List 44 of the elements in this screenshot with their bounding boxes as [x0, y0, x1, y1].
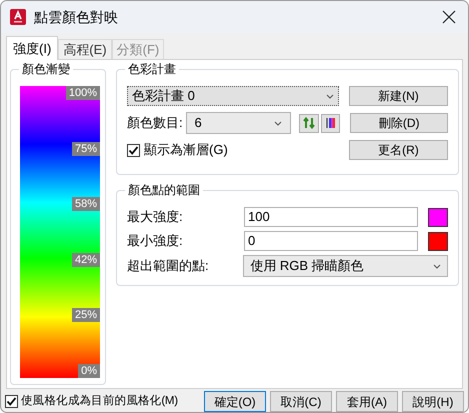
input-field[interactable]: 100: [244, 207, 418, 227]
tab[interactable]: 強度(I): [6, 36, 58, 60]
color-swatch[interactable]: [428, 232, 448, 250]
dropdown-value: 色彩計畫 0: [132, 87, 195, 106]
gradient-tick-label: 42%: [72, 252, 100, 267]
button[interactable]: 說明(H): [402, 391, 464, 412]
button[interactable]: 更名(R): [348, 140, 448, 160]
gradient-tick-label: 25%: [72, 308, 100, 322]
group-title: 顏色漸變: [19, 61, 73, 77]
gradient-tick-label: 58%: [72, 197, 100, 212]
color-swatch[interactable]: [428, 208, 448, 226]
color-count-dropdown[interactable]: 6: [186, 112, 292, 134]
color-palette-icon[interactable]: [320, 114, 340, 132]
tab[interactable]: 高程(E): [58, 39, 112, 59]
dropdown-value: 使用 RGB 掃瞄顏色: [250, 257, 364, 276]
outside-range-dropdown[interactable]: 使用 RGB 掃瞄顏色: [243, 255, 448, 277]
dropdown-caret-icon: [326, 94, 334, 98]
field-label: 顏色數目:: [127, 114, 184, 132]
button[interactable]: 取消(C): [270, 391, 332, 412]
scheme-dropdown[interactable]: 色彩計畫 0: [127, 86, 339, 106]
checkbox[interactable]: [127, 144, 140, 156]
button[interactable]: 刪除(D): [350, 113, 448, 133]
field-label: 最大強度:: [127, 208, 184, 226]
app-logo-icon: [10, 9, 26, 25]
group-title: 顏色點的範圍: [125, 182, 203, 198]
gradient-tick-label: 0%: [78, 364, 100, 378]
field-label: 最小強度:: [127, 232, 184, 250]
checkbox-label: 顯示為漸層(G): [144, 141, 228, 160]
swap-arrows-icon[interactable]: [299, 114, 319, 132]
group-title: 色彩計畫: [125, 61, 179, 77]
gradient-tick-label: 100%: [66, 86, 100, 100]
field-label: 超出範圍的點:: [127, 257, 210, 276]
dropdown-caret-icon: [433, 264, 441, 268]
window-title: 點雲顏色對映: [34, 8, 118, 26]
checkbox[interactable]: [5, 395, 18, 408]
button[interactable]: 套用(A): [336, 391, 398, 412]
button[interactable]: 新建(N): [348, 86, 448, 106]
checkbox-label: 使風格化成為目前的風格化(M): [21, 394, 178, 409]
close-icon[interactable]: [442, 10, 456, 24]
input-field[interactable]: 0: [244, 231, 418, 251]
dropdown-caret-icon: [274, 120, 282, 126]
gradient-tick-label: 75%: [72, 142, 100, 156]
button[interactable]: 確定(O): [204, 391, 266, 412]
dropdown-value: 6: [194, 114, 202, 132]
